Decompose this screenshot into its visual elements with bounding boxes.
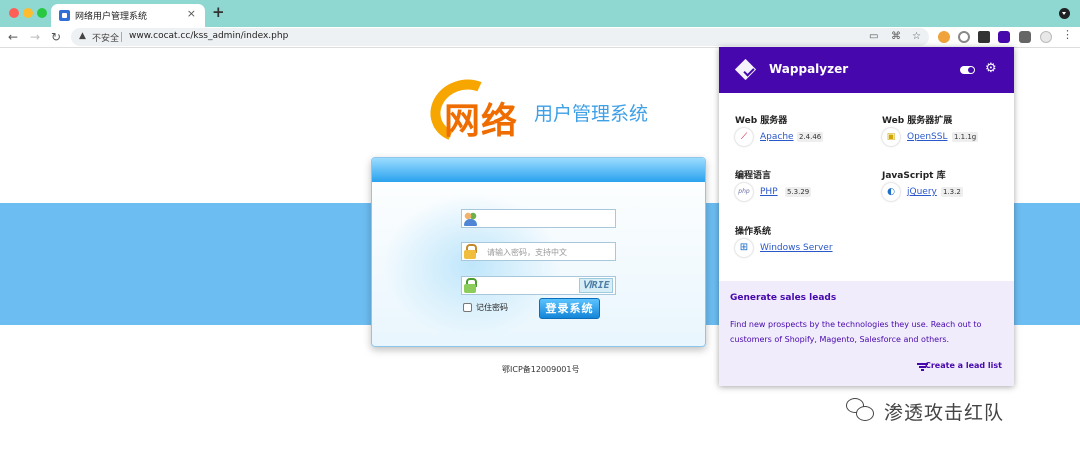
wechat-icon (846, 398, 876, 422)
login-panel: 请输入密码，支持中文 ⅥRIE 记住密码 登录系统 (371, 157, 706, 347)
insecure-label[interactable]: 不安全 (92, 31, 119, 44)
openssl-lock-icon: ▣ (882, 128, 900, 146)
remember-checkbox[interactable] (463, 303, 472, 312)
qr-code-icon[interactable]: ⌘ (891, 31, 901, 42)
settings-gear-icon[interactable]: ⚙ (985, 61, 997, 77)
create-lead-list-link[interactable]: Create a lead list (925, 361, 1002, 370)
wappalyzer-popup: Wappalyzer ⚙ Web 服务器 ⟋ Apache 2.4.46 Web… (719, 47, 1014, 386)
leads-description: Find new prospects by the technologies t… (730, 320, 982, 344)
profile-avatar-icon[interactable] (1040, 31, 1052, 43)
wappalyzer-toggle[interactable] (960, 66, 975, 74)
category-title: Web 服务器扩展 (882, 116, 953, 126)
wappalyzer-title: Wappalyzer (769, 62, 849, 76)
category-programming-language: 编程语言 php PHP 5.3.29 (735, 168, 812, 201)
tech-name[interactable]: Apache (760, 132, 794, 142)
browser-toolbar: ← → ↻ ▲ 不安全 www.cocat.cc/kss_admin/index… (0, 27, 1080, 48)
tab-close-icon[interactable]: × (187, 7, 196, 20)
tech-name[interactable]: Windows Server (760, 243, 833, 253)
tab-search-icon[interactable] (1059, 8, 1070, 19)
captcha-image[interactable]: ⅥRIE (579, 278, 613, 293)
tech-name[interactable]: jQuery (907, 187, 937, 197)
verify-lock-icon (462, 277, 479, 294)
lock-icon (462, 243, 479, 260)
tech-version: 2.4.46 (797, 132, 824, 142)
leads-title: Generate sales leads (730, 293, 837, 303)
tech-version: 1.3.2 (941, 187, 963, 197)
category-web-server: Web 服务器 ⟋ Apache 2.4.46 (735, 113, 824, 146)
screen: 网络用户管理系统 × + ← → ↻ ▲ 不安全 www.cocat.cc/ks… (0, 0, 1080, 459)
url-text[interactable]: www.cocat.cc/kss_admin/index.php (129, 31, 288, 41)
bookmark-star-icon[interactable]: ☆ (912, 31, 921, 42)
wappalyzer-logo-icon (736, 60, 760, 80)
window-zoom-button[interactable] (37, 8, 47, 18)
extensions-puzzle-icon[interactable] (1019, 31, 1031, 43)
forward-button[interactable]: → (30, 29, 40, 45)
password-input[interactable]: 请输入密码，支持中文 (461, 242, 616, 261)
category-title: 操作系统 (735, 227, 772, 237)
address-bar[interactable]: ▲ 不安全 www.cocat.cc/kss_admin/index.php ▭… (71, 28, 929, 46)
category-title: Web 服务器 (735, 116, 788, 126)
password-placeholder: 请输入密码，支持中文 (487, 248, 567, 257)
cast-icon[interactable]: ▭ (869, 31, 878, 42)
site-logo: 网络 用户管理系统 (421, 69, 670, 153)
tab-title: 网络用户管理系统 (75, 12, 148, 22)
windows-icon: ⊞ (735, 239, 753, 257)
extension-cookie-icon[interactable] (938, 31, 950, 43)
category-javascript-library: JavaScript 库 ◐ jQuery 1.3.2 (882, 168, 963, 201)
site-favicon-icon (59, 10, 70, 21)
tech-version: 5.3.29 (785, 187, 812, 197)
category-web-server-extension: Web 服务器扩展 ▣ OpenSSL 1.1.1g (882, 113, 979, 146)
watermark-text: 渗透攻击红队 (884, 402, 1005, 424)
category-title: 编程语言 (735, 171, 772, 181)
tab-bar: 网络用户管理系统 × + (0, 0, 1080, 27)
tech-version: 1.1.1g (952, 132, 979, 142)
warning-triangle-icon: ▲ (79, 31, 86, 41)
new-tab-button[interactable]: + (212, 3, 225, 21)
category-title: JavaScript 库 (882, 171, 946, 181)
php-icon: php (735, 183, 753, 201)
captcha-input[interactable]: ⅥRIE (461, 276, 616, 295)
username-input[interactable] (461, 209, 616, 228)
browser-tab-active[interactable]: 网络用户管理系统 × (51, 4, 205, 27)
back-button[interactable]: ← (8, 29, 18, 45)
logo-sub-text: 用户管理系统 (534, 103, 649, 125)
tech-name[interactable]: PHP (760, 187, 778, 197)
window-minimize-button[interactable] (23, 8, 33, 18)
icp-license: 鄂ICP备12009001号 (502, 365, 580, 374)
login-panel-header (372, 158, 705, 182)
remember-label: 记住密码 (476, 303, 508, 312)
wappalyzer-extension-icon[interactable] (998, 31, 1010, 43)
extension-dark-icon[interactable] (978, 31, 990, 43)
jquery-icon: ◐ (882, 183, 900, 201)
login-button[interactable]: 登录系统 (539, 298, 600, 319)
extension-circle-icon[interactable] (958, 31, 970, 43)
window-close-button[interactable] (9, 8, 19, 18)
browser-menu-icon[interactable]: ⋮ (1062, 29, 1073, 42)
address-divider (121, 32, 122, 42)
apache-feather-icon: ⟋ (735, 128, 753, 146)
tech-name[interactable]: OpenSSL (907, 132, 947, 142)
category-operating-system: 操作系统 ⊞ Windows Server (735, 224, 833, 257)
reload-button[interactable]: ↻ (51, 29, 61, 45)
wappalyzer-leads-section: Generate sales leads Find new prospects … (719, 281, 1014, 386)
logo-main-text: 网络 (444, 100, 519, 142)
wappalyzer-header: Wappalyzer ⚙ (719, 47, 1014, 93)
user-icon (462, 210, 479, 227)
